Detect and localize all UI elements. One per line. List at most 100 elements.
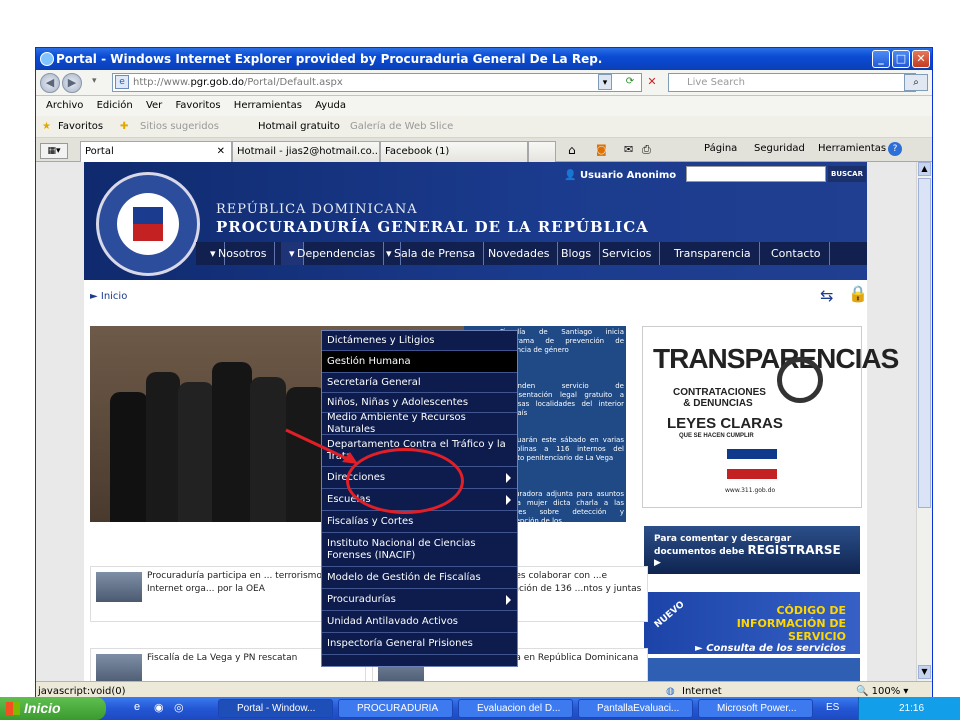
transparency-ad[interactable]: TRANSPARENCIAS CONTRATACIONES & DENUNCIA… [642, 326, 899, 508]
clock: 21:16 [899, 703, 925, 714]
chevron-down-icon[interactable]: ▾ [92, 76, 97, 86]
taskbar-pantalla[interactable]: PantallaEvaluaci... [578, 699, 693, 718]
menu-ver[interactable]: Ver [146, 100, 162, 111]
minimize-button[interactable]: _ [872, 50, 890, 68]
dropdown-item[interactable]: Secretaría General [322, 373, 517, 393]
nav-nosotros[interactable]: Nosotros ▾ [202, 242, 276, 265]
forward-button[interactable]: ▶ [62, 73, 82, 93]
browser-quicklaunch-icon[interactable]: ◎ [174, 701, 184, 714]
language-indicator[interactable]: ES [826, 702, 839, 713]
new-tab-button[interactable] [528, 141, 556, 162]
dropdown-item[interactable]: Modelo de Gestión de Fiscalías [322, 567, 517, 589]
menu-ayuda[interactable]: Ayuda [315, 100, 346, 111]
menu-herramientas[interactable]: Herramientas [234, 100, 302, 111]
tools-menu[interactable]: Herramientas [818, 143, 886, 154]
nav-transparencia[interactable]: Transparencia [666, 242, 760, 265]
dropdown-item[interactable]: Unidad Antilavado Activos [322, 611, 517, 633]
social-banner[interactable] [644, 658, 860, 681]
web-slice-gallery-link[interactable]: Galería de Web Slice [350, 116, 453, 138]
favorites-button[interactable]: Favoritos [58, 116, 103, 138]
vertical-scrollbar[interactable]: ▲ ▼ [916, 162, 932, 681]
transparency-small: QUE SE HACEN CUMPLIR [679, 433, 754, 439]
tab-bar: ▦▾ Portal ✕ Hotmail - jias2@hotmail.co..… [36, 138, 932, 162]
dropdown-item[interactable]: Dictámenes y Litigios [322, 331, 517, 351]
scroll-up-icon[interactable]: ▲ [918, 162, 931, 176]
menu-archivo[interactable]: Archivo [46, 100, 83, 111]
feeds-icon[interactable]: ◙ [596, 143, 607, 156]
taskbar-procuraduria[interactable]: PROCURADURIA [338, 699, 453, 718]
suggested-sites-link[interactable]: Sitios sugeridos [140, 116, 219, 138]
flag-icon [727, 449, 777, 479]
site-search-input[interactable] [686, 166, 826, 182]
tab-portal[interactable]: Portal ✕ [80, 141, 232, 162]
back-button[interactable]: ◀ [40, 73, 60, 93]
transparency-leyes: LEYES CLARAS [667, 415, 783, 432]
red-arrow-icon [285, 428, 358, 464]
dropdown-item[interactable]: Niños, Niñas y Adolescentes [322, 393, 517, 413]
add-favorite-icon[interactable]: ✚ [120, 116, 128, 138]
address-bar: ◀ ▶ ▾ e http://www.pgr.gob.do/Portal/Def… [36, 70, 932, 96]
url-input[interactable]: e http://www.pgr.gob.do/Portal/Default.a… [112, 73, 642, 92]
dropdown-item[interactable]: Gestión Humana [322, 351, 517, 373]
dropdown-item[interactable]: Fiscalías y Cortes [322, 511, 517, 533]
home-icon[interactable]: ⌂ [568, 143, 576, 157]
url-prefix: http://www. [133, 77, 191, 88]
breadcrumb[interactable]: ► Inicio [90, 291, 127, 302]
star-icon: ★ [42, 121, 51, 132]
print-icon[interactable]: ⎙ [642, 143, 651, 157]
taskbar-powerpoint[interactable]: Microsoft Power... [698, 699, 813, 718]
maximize-button[interactable]: □ [892, 50, 910, 68]
nuevo-label: NUEVO [652, 599, 687, 631]
register-banner[interactable]: Para comentar y descargar documentos deb… [644, 526, 860, 574]
refresh-icon[interactable]: ⇆ [820, 286, 833, 305]
ie-quicklaunch-icon[interactable]: e [134, 701, 140, 713]
dropdown-item-label: Procuradurías [327, 593, 396, 605]
tab-close-icon[interactable]: ✕ [217, 142, 225, 161]
nav-blogs[interactable]: Blogs [553, 242, 601, 265]
dropdown-item-label: Inspectoría General Prisiones [327, 637, 473, 649]
scroll-thumb[interactable] [918, 178, 931, 508]
windows-logo-icon [6, 702, 20, 715]
register-cta: REGISTRARSE [747, 543, 841, 557]
scroll-down-icon[interactable]: ▼ [918, 665, 931, 679]
dropdown-item[interactable]: Procuradurías [322, 589, 517, 611]
outlook-quicklaunch-icon[interactable]: ◉ [154, 701, 164, 714]
dropdown-item[interactable]: Instituto Nacional de Ciencias Forenses … [322, 533, 517, 567]
mail-icon[interactable]: ✉ [624, 143, 633, 156]
search-icon[interactable]: ⌕ [904, 74, 928, 91]
nav-contacto[interactable]: Contacto [763, 242, 830, 265]
url-dropdown-icon[interactable]: ▾ [598, 74, 612, 90]
menu-edicion[interactable]: Edición [97, 100, 133, 111]
live-search-input[interactable]: Live Search [668, 73, 916, 92]
taskbar-portal[interactable]: Portal - Window... [218, 699, 333, 718]
search-placeholder: Live Search [687, 77, 745, 88]
dropdown-item-label: Dictámenes y Litigios [327, 334, 435, 346]
ie-icon [40, 52, 54, 66]
start-button[interactable]: Inicio [0, 697, 106, 720]
tab-facebook[interactable]: Facebook (1) [380, 141, 528, 162]
close-button[interactable]: ✕ [912, 50, 930, 68]
nav-dependencias[interactable]: Dependencias ▾ [281, 242, 385, 265]
shield-icon [131, 205, 165, 243]
nav-novedades[interactable]: Novedades [480, 242, 559, 265]
nav-servicios[interactable]: Servicios [594, 242, 661, 265]
tab-hotmail-label: Hotmail - jias2@hotmail.co... [237, 146, 380, 157]
refresh-icon[interactable]: ⟳ [622, 74, 638, 90]
security-menu[interactable]: Seguridad [754, 143, 805, 154]
site-search-button[interactable]: BUSCAR [828, 166, 866, 182]
page-menu[interactable]: Página [704, 143, 737, 154]
menu-favoritos[interactable]: Favoritos [175, 100, 220, 111]
nav-sala-prensa[interactable]: Sala de Prensa ▾ [378, 242, 485, 265]
lock-icon[interactable]: 🔒 [848, 284, 868, 303]
help-icon[interactable]: ? [888, 142, 902, 156]
taskbar: Inicio e ◉ ◎ Portal - Window... PROCURAD… [0, 697, 960, 720]
taskbar-evaluacion[interactable]: Evaluacion del D... [458, 699, 573, 718]
quick-tabs-icon[interactable]: ▦▾ [40, 143, 68, 159]
dropdown-item[interactable]: Inspectoría General Prisiones [322, 633, 517, 655]
service-code-banner[interactable]: NUEVO CÓDIGO DE INFORMACIÓN DE SERVICIO … [644, 592, 860, 654]
hotmail-link[interactable]: Hotmail gratuito [258, 116, 340, 138]
tab-hotmail[interactable]: Hotmail - jias2@hotmail.co... [232, 141, 380, 162]
page-viewport: REPÚBLICA DOMINICANA PROCURADURÍA GENERA… [36, 162, 916, 681]
dropdown-item-label: Secretaría General [327, 376, 421, 388]
stop-icon[interactable]: ✕ [644, 74, 660, 90]
